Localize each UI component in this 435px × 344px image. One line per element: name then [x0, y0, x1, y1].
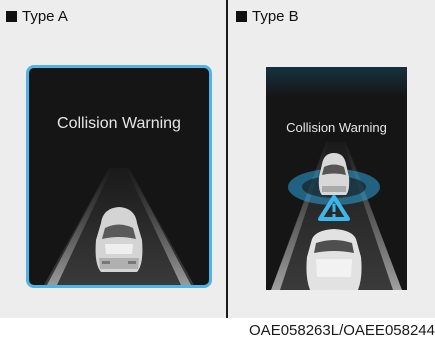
type-a-road-scene — [44, 168, 194, 285]
figure-code: OAE058263L/OAEE058244 — [249, 322, 435, 339]
screen-top-glow — [266, 67, 407, 97]
type-a-warning-message: Collision Warning — [57, 115, 181, 132]
type-b-display: Collision Warning — [266, 67, 407, 290]
type-a-display: Collision Warning — [26, 65, 212, 288]
type-b-road-scene — [266, 67, 407, 290]
panel-divider — [226, 0, 228, 318]
type-b-label: Type B — [236, 8, 299, 25]
type-a-label: Type A — [6, 8, 68, 25]
type-b-label-text: Type B — [252, 8, 299, 25]
own-vehicle-icon — [306, 229, 362, 290]
figure: Type A Type B Collision Warning Collisio… — [0, 0, 435, 344]
type-a-label-text: Type A — [22, 8, 68, 25]
black-square-icon — [6, 11, 17, 22]
black-square-icon — [236, 11, 247, 22]
type-b-warning-message: Collision Warning — [286, 120, 387, 135]
